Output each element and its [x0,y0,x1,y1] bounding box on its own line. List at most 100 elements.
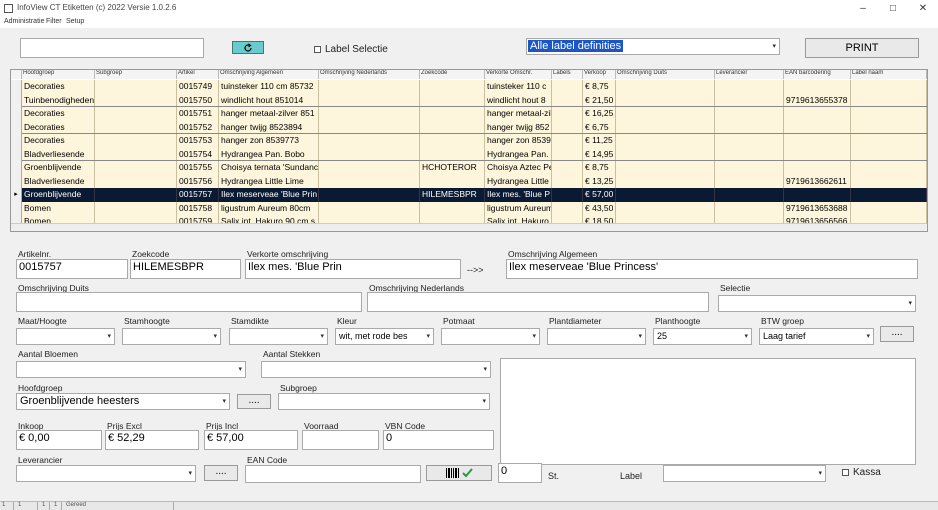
subgroep-select[interactable]: ▾ [278,393,490,410]
prijs-incl-field[interactable]: € 57,00 [204,430,298,450]
chevron-down-icon: ▾ [213,333,217,340]
table-row[interactable]: Tuinbenodigheden 0015750 windlicht hout 85… [11,93,927,107]
zoekcode-field[interactable]: HILEMESBPR [130,259,241,279]
label-definitions-value: Alle label definities [528,40,624,52]
maximize-button[interactable]: □ [878,0,908,18]
status-cell: 1 [52,502,62,510]
btw-select[interactable]: Laag tarief ▾ [759,328,874,345]
omschr-ned-field[interactable] [367,292,709,312]
row-selector[interactable] [11,80,22,94]
copy-arrow: -->> [467,265,484,275]
refresh-button[interactable] [232,41,264,54]
row-selector[interactable] [11,120,22,134]
col-header-verkoop[interactable]: Verkoop [583,70,616,79]
table-cell: 0015757 [177,188,219,202]
table-row[interactable]: Decoraties 0015749 tuinsteker 110 cm 85732… [11,80,927,94]
menu-setup[interactable]: Setup [66,18,84,25]
col-header-hoofdgroep[interactable]: Hoofdgroep [22,70,95,79]
minimize-button[interactable]: – [848,0,878,18]
col-header-subgroep[interactable]: Subgroep [95,70,177,79]
table-cell [420,120,485,134]
row-selector[interactable] [11,134,22,148]
table-cell: Tuinbenodigheden [22,93,95,107]
table-cell: Decoraties [22,80,95,94]
hoofdgroep-value: Groenblijvende heesters [20,395,140,407]
row-selector[interactable]: ▸ [11,188,22,202]
col-header-zoekcode[interactable]: Zoekcode [420,70,485,79]
menu-administratie[interactable]: Administratie [4,18,44,25]
table-row[interactable]: Bladverliesende 0015754 Hydrangea Pan. Bob… [11,147,927,161]
table-cell: hanger twijg 852 [485,120,552,134]
aantal-field[interactable]: 0 [498,463,542,483]
kassa-checkbox[interactable] [842,469,849,476]
planthoogte-select[interactable]: 25 ▾ [653,328,752,345]
table-row[interactable]: Decoraties 0015753 hanger zon 8539773 hange… [11,134,927,148]
col-header-omschrijving-duits[interactable]: Omschrijving Duits [616,70,715,79]
row-selector[interactable] [11,107,22,121]
barcode-check-button[interactable] [426,465,492,481]
stamdikte-select[interactable]: ▾ [229,328,328,345]
stamhoogte-select[interactable]: ▾ [122,328,221,345]
col-header-label-naam[interactable]: Label naam [851,70,927,79]
plantdiameter-select[interactable]: ▾ [547,328,646,345]
row-selector[interactable] [11,201,22,215]
row-selector[interactable] [11,147,22,161]
verkort-field[interactable]: Ilex mes. 'Blue Prin [245,259,461,279]
refresh-icon [244,43,252,52]
vbn-field[interactable]: 0 [383,430,494,450]
hoofdgroep-select[interactable]: Groenblijvende heesters ▾ [16,393,230,410]
menu-filter[interactable]: Filter [46,18,62,25]
table-cell [851,120,927,134]
label-selectie-checkbox[interactable] [314,46,321,53]
horizontal-scrollbar[interactable] [11,223,927,231]
selectie-select[interactable]: ▾ [718,295,916,312]
table-row[interactable]: Bladverliesende 0015756 Hydrangea Little L… [11,174,927,188]
st-label: St. [548,471,560,481]
notes-textarea[interactable] [500,358,916,465]
label-select[interactable]: ▾ [663,465,826,482]
stekken-select[interactable]: ▾ [261,361,491,378]
row-selector[interactable] [11,174,22,188]
inkoop-field[interactable]: € 0,00 [16,430,102,450]
table-cell [319,107,420,121]
label-definitions-select[interactable]: Alle label definities ▾ [526,38,780,55]
col-header-labels[interactable]: Labels [552,70,583,79]
table-cell [420,174,485,188]
voorraad-field[interactable] [302,430,379,450]
table-cell: Bomen [22,201,95,215]
ean-field[interactable] [245,465,421,483]
row-selector[interactable] [11,161,22,175]
btw-more-button[interactable]: .... [880,326,914,342]
omschr-duits-field[interactable] [16,292,362,312]
col-header-verkorte[interactable]: Verkorte Omschr. [485,70,552,79]
col-header-omschrijving-nederlands[interactable]: Omschrijving Nederlands [319,70,420,79]
leverancier-select[interactable]: ▾ [16,465,196,482]
col-header-ean[interactable]: EAN barcodering [784,70,851,79]
prijs-excl-field[interactable]: € 52,29 [105,430,199,450]
search-input[interactable] [20,38,204,58]
col-header-leverancier[interactable]: Leverancier [715,70,784,79]
table-row[interactable]: Groenblijvende 0015755 Choisya ternata 'Su… [11,161,927,175]
bloemen-select[interactable]: ▾ [16,361,246,378]
table-row[interactable]: Decoraties 0015751 hanger metaal-zilver 85… [11,107,927,121]
table-cell [552,134,583,148]
omschr-alg-field[interactable]: Ilex meserveae 'Blue Princess' [506,259,918,279]
articles-grid[interactable]: Hoofdgroep Subgroep Artikel Omschrijving… [10,69,928,232]
maat-select[interactable]: ▾ [16,328,115,345]
row-selector[interactable] [11,93,22,107]
kleur-select[interactable]: wit, met rode bes ▾ [335,328,434,345]
table-row[interactable]: ▸ Groenblijvende 0015757 Ilex meserveae 'Bl… [11,188,927,202]
print-button[interactable]: PRINT [805,38,919,58]
artikelnr-field[interactable]: 0015757 [16,259,128,279]
table-cell [616,201,715,215]
potmaat-select[interactable]: ▾ [441,328,540,345]
table-row[interactable]: Bomen 0015758 ligustrum Aureum 80cm ligustr… [11,201,927,215]
table-cell [319,188,420,202]
close-button[interactable]: ✕ [908,0,938,18]
table-row[interactable]: Decoraties 0015752 hanger twijg 8523894 han… [11,120,927,134]
leverancier-more-button[interactable]: .... [204,465,238,481]
col-header-omschrijving-algemeen[interactable]: Omschrijving Algemeen [219,70,319,79]
table-cell [319,201,420,215]
hoofdgroep-more-button[interactable]: .... [237,394,271,409]
col-header-artikel[interactable]: Artikel [177,70,219,79]
